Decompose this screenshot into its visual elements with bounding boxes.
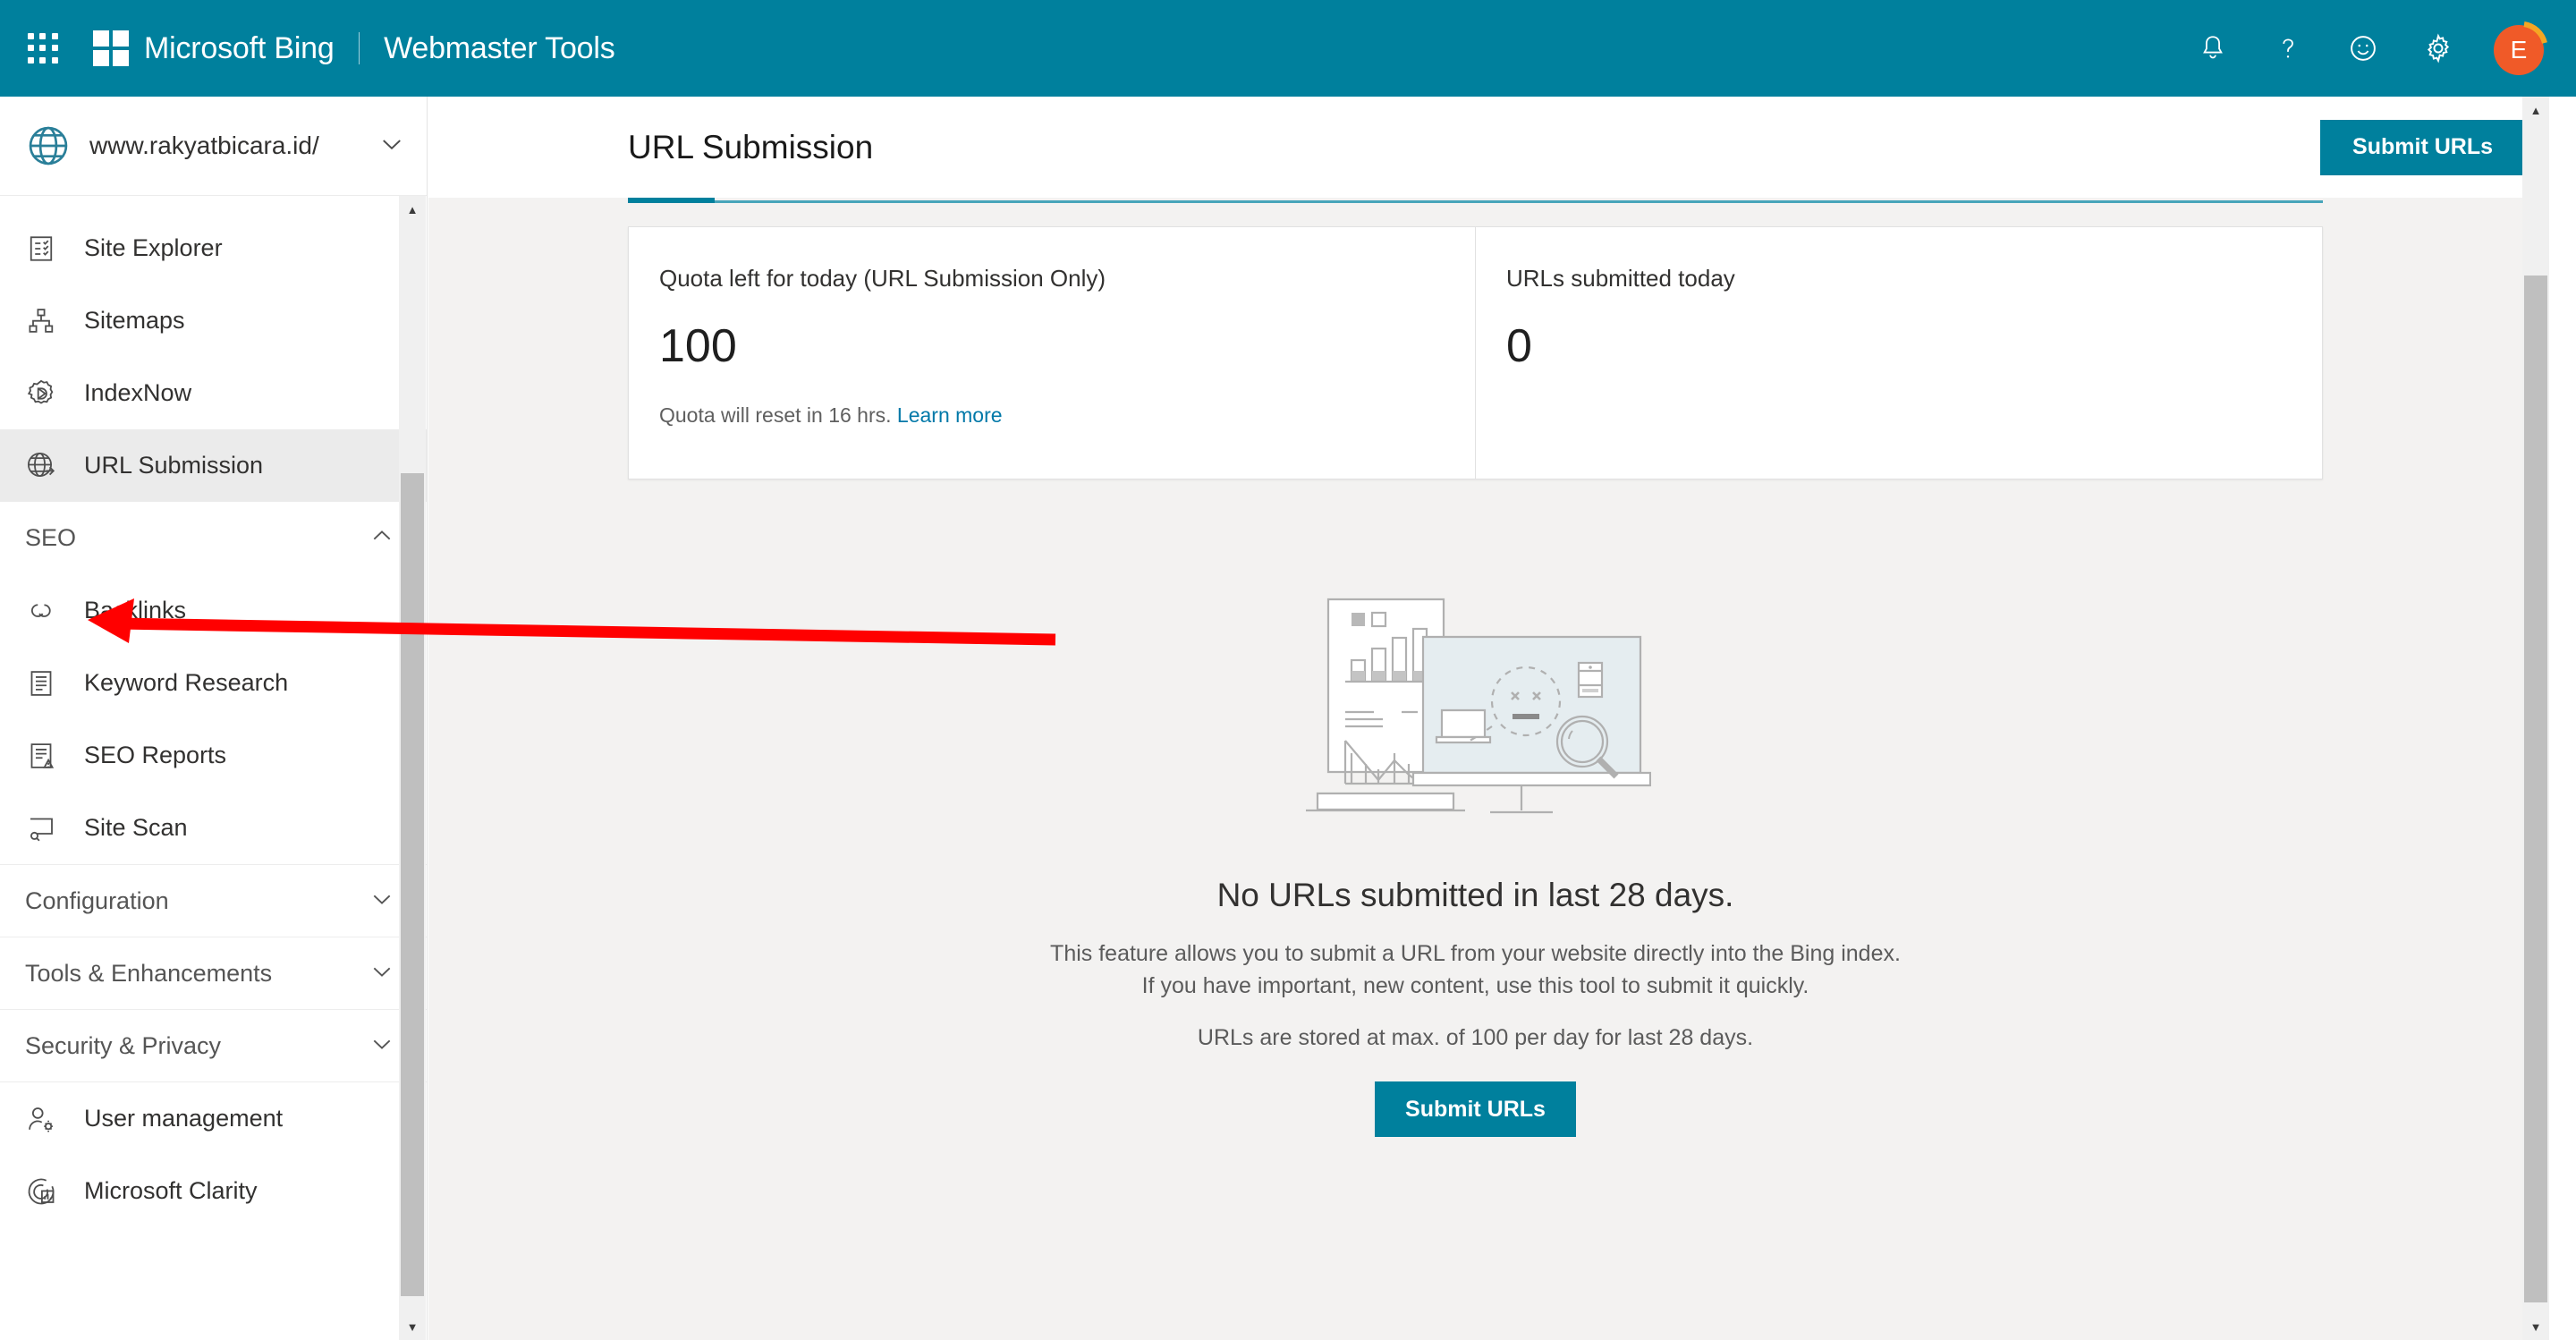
globe-icon [29,126,68,165]
bell-icon[interactable] [2193,29,2233,68]
bing-logo[interactable]: Microsoft Bing Webmaster Tools [93,30,615,66]
submitted-today-title: URLs submitted today [1506,265,1735,292]
site-picker[interactable]: www.rakyatbicara.id/ [0,97,427,196]
sidebar-item-label: Site Scan [84,814,188,841]
tab-underline [628,200,2323,203]
empty-state-line3: URLs are stored at max. of 100 per day f… [1197,1025,1754,1050]
site-url-label: www.rakyatbicara.id/ [89,131,319,159]
seo-reports-icon [25,740,66,772]
sidebar-scrollbar[interactable]: ▲ ▼ [399,196,426,1340]
sidebar-item-sitemaps[interactable]: Sitemaps [0,284,427,357]
sidebar-scrollbar-thumb[interactable] [401,473,424,1296]
page-header: URL Submission Submit URLs [428,97,2549,198]
sidebar-item-label: SEO Reports [84,742,227,768]
sidebar-item-keyword-research[interactable]: Keyword Research [0,647,427,719]
smiley-icon[interactable] [2343,29,2383,68]
sidebar-item-user-management[interactable]: User management [0,1082,427,1155]
microsoft-squares-icon [93,30,129,66]
sidebar-item-label: User management [84,1105,284,1132]
suite-name: Webmaster Tools [384,30,615,65]
submitted-today-value: 0 [1506,320,1532,372]
sidebar-item-site-scan[interactable]: Site Scan [0,792,427,864]
sidebar-item-label: Site Explorer [84,234,223,261]
empty-state-description: This feature allows you to submit a URL … [628,938,2323,1002]
empty-state-line1: This feature allows you to submit a URL … [1050,941,1901,966]
quota-card-title: Quota left for today (URL Submission Onl… [659,265,1106,292]
sidebar-group-seo[interactable]: SEO [0,502,427,574]
sidebar-item-site-explorer[interactable]: Site Explorer [0,212,427,284]
sidebar-group-label: SEO [25,524,77,551]
sidebar-item-backlinks[interactable]: Backlinks [0,574,427,647]
quota-card: Quota left for today (URL Submission Onl… [629,227,1475,479]
main-content: URL Submission Submit URLs Quota left fo… [428,97,2549,1340]
microsoft-clarity-icon [25,1175,66,1208]
chevron-down-icon [377,129,407,164]
main-scrollbar[interactable]: ▲ ▼ [2522,97,2549,1340]
brand-separator [358,31,360,64]
site-explorer-icon [25,233,66,265]
avatar[interactable]: E [2494,21,2547,75]
top-bar-actions: E [2193,21,2547,75]
gear-icon[interactable] [2419,29,2458,68]
submit-urls-button-header[interactable]: Submit URLs [2320,119,2525,175]
sidebar-item-label: Microsoft Clarity [84,1177,258,1204]
indexnow-icon [25,377,66,410]
scroll-up-icon[interactable]: ▲ [399,196,426,223]
sitemaps-icon [25,305,66,337]
sidebar-item-label: Sitemaps [84,307,185,334]
sidebar-item-label: Backlinks [84,597,187,623]
top-bar: Microsoft Bing Webmaster Tools E [0,0,2576,97]
sidebar-group-label: Configuration [25,886,169,914]
chevron-down-icon [368,957,396,990]
sidebar-group-label: Security & Privacy [25,1031,222,1059]
scroll-up-icon[interactable]: ▲ [2522,97,2549,123]
main-scrollbar-thumb[interactable] [2524,276,2547,1302]
brand-title: Microsoft Bing Webmaster Tools [144,31,615,66]
scroll-down-icon[interactable]: ▼ [2522,1313,2549,1340]
sidebar-item-indexnow[interactable]: IndexNow [0,357,427,429]
page-title: URL Submission [628,128,874,165]
sidebar-item-url-submission[interactable]: URL Submission [0,429,427,502]
sidebar: www.rakyatbicara.id/ Site Explorer Sitem… [0,97,428,1340]
sidebar-item-microsoft-clarity[interactable]: Microsoft Clarity [0,1155,427,1227]
question-icon[interactable] [2268,29,2308,68]
sidebar-item-seo-reports[interactable]: SEO Reports [0,719,427,792]
backlinks-icon [25,595,66,627]
content-scroll-area: Quota left for today (URL Submission Onl… [428,198,2522,1340]
tab-strip [628,198,2323,203]
empty-state-heading: No URLs submitted in last 28 days. [1216,877,1734,913]
sidebar-item-label: Keyword Research [84,669,289,696]
url-submission-icon [25,450,66,482]
avatar-initial: E [2494,25,2544,75]
empty-state: No URLs submitted in last 28 days. This … [628,479,2323,1137]
keyword-research-icon [25,667,66,700]
sidebar-group-tools-enhancements[interactable]: Tools & Enhancements [0,937,427,1009]
submitted-today-card: URLs submitted today 0 [1475,227,2322,479]
app-launcher-icon[interactable] [23,29,63,68]
sidebar-item-label: IndexNow [84,379,192,406]
quota-card-subtext: Quota will reset in 16 hrs. Learn more [659,403,1445,428]
sidebar-group-configuration[interactable]: Configuration [0,864,427,937]
quota-card-value: 100 [659,320,737,372]
chevron-down-icon [368,1030,396,1063]
sidebar-group-security-privacy[interactable]: Security & Privacy [0,1009,427,1081]
empty-state-line2: If you have important, new content, use … [1141,972,1809,998]
stat-cards: Quota left for today (URL Submission Onl… [628,226,2323,479]
brand-name: Microsoft Bing [144,30,335,65]
site-scan-icon [25,812,66,844]
learn-more-link[interactable]: Learn more [897,403,1003,427]
quota-reset-text: Quota will reset in 16 hrs. [659,403,892,427]
sidebar-item-label: URL Submission [84,452,264,479]
chevron-down-icon [368,885,396,918]
sidebar-group-label: Tools & Enhancements [25,959,273,987]
scroll-down-icon[interactable]: ▼ [399,1313,426,1340]
user-management-icon [25,1103,66,1135]
chevron-up-icon [368,522,396,555]
submit-urls-button-empty-state[interactable]: Submit URLs [1375,1081,1576,1137]
sidebar-nav: Site Explorer Sitemaps IndexNow URL Subm… [0,196,427,1340]
tab-active-indicator[interactable] [628,198,715,203]
no-data-illustration [1301,578,1651,837]
